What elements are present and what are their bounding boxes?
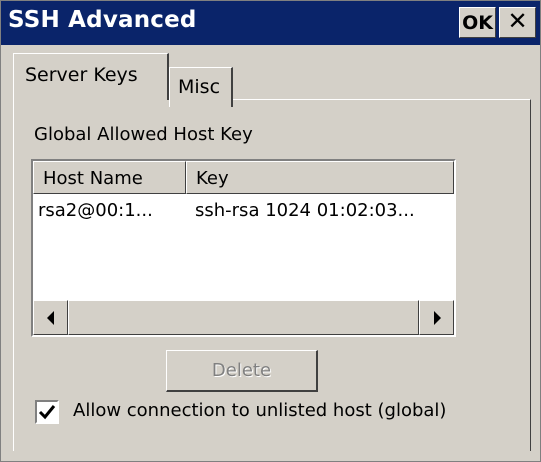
tab-server-keys[interactable]: Server Keys xyxy=(13,53,169,100)
scroll-right-icon xyxy=(433,310,441,325)
tab-misc-label: Misc xyxy=(178,76,221,98)
section-label: Global Allowed Host Key xyxy=(34,124,253,145)
allow-unlisted-label: Allow connection to unlisted host (globa… xyxy=(73,400,447,421)
host-key-list[interactable]: Host Name Key rsa2@00:1... ssh-rsa 1024 … xyxy=(31,159,456,337)
list-header: Host Name Key xyxy=(33,161,454,194)
column-header-host-name[interactable]: Host Name xyxy=(33,161,186,194)
ok-button-label: OK xyxy=(462,11,493,34)
column-header-key-label: Key xyxy=(196,168,229,189)
ok-button[interactable]: OK xyxy=(459,7,496,38)
tab-server-keys-label: Server Keys xyxy=(25,64,138,86)
allow-unlisted-checkbox[interactable] xyxy=(35,400,59,424)
scroll-right-button[interactable] xyxy=(419,300,454,335)
column-header-host-name-label: Host Name xyxy=(43,168,143,189)
dialog-window: SSH Advanced OK ✕ Server Keys Misc Globa… xyxy=(0,0,541,462)
close-button[interactable]: ✕ xyxy=(499,7,536,38)
tab-misc[interactable]: Misc xyxy=(169,67,233,107)
delete-button[interactable]: Delete xyxy=(166,350,318,392)
scroll-left-button[interactable] xyxy=(33,300,68,335)
title-bar: SSH Advanced OK ✕ xyxy=(1,1,540,45)
horizontal-scrollbar[interactable] xyxy=(33,300,454,335)
scroll-left-icon xyxy=(46,310,54,325)
delete-button-label: Delete xyxy=(211,360,272,381)
close-icon: ✕ xyxy=(507,6,528,35)
column-header-key[interactable]: Key xyxy=(186,161,454,194)
window-title: SSH Advanced xyxy=(8,7,197,33)
scroll-thumb[interactable] xyxy=(68,300,419,335)
cell-key: ssh-rsa 1024 01:02:03... xyxy=(195,200,415,221)
checkmark-icon xyxy=(38,405,56,420)
table-row[interactable]: rsa2@00:1... ssh-rsa 1024 01:02:03... xyxy=(33,200,454,228)
cell-host-name: rsa2@00:1... xyxy=(38,200,153,221)
